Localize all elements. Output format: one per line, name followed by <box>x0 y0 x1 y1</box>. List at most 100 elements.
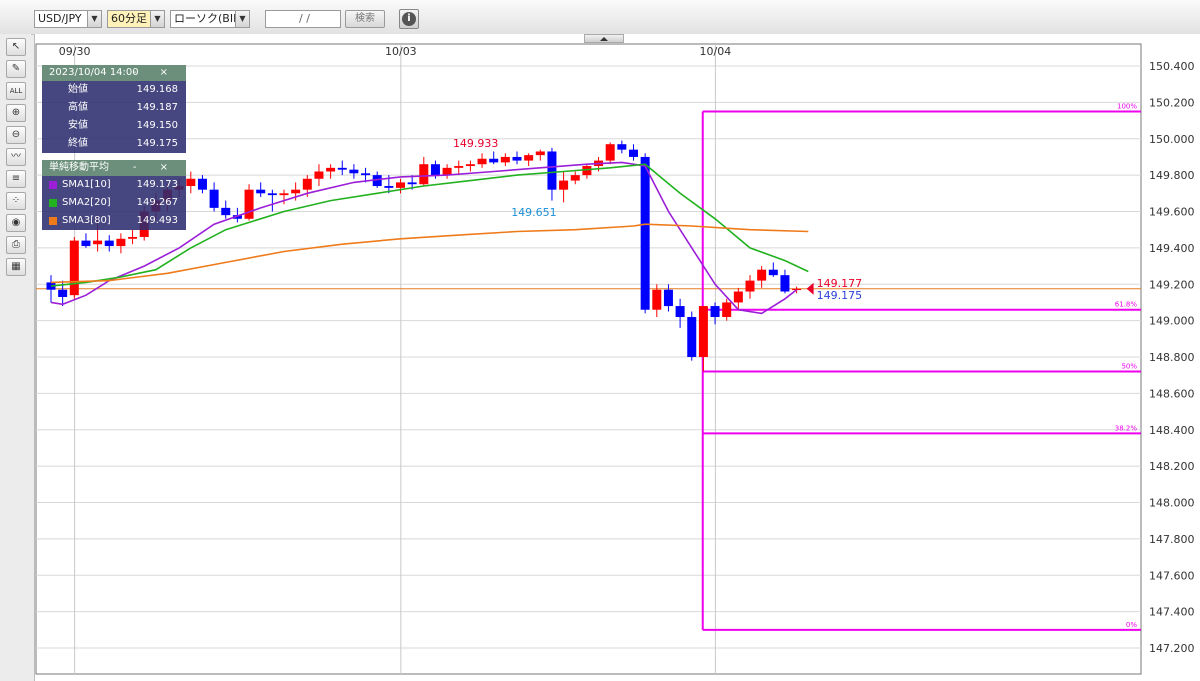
ohlc-value: 149.175 <box>136 138 178 149</box>
y-tick-label: 148.400 <box>1149 424 1195 437</box>
y-tick-label: 149.400 <box>1149 242 1195 255</box>
sma-swatch <box>49 217 57 225</box>
candle-body <box>652 289 662 310</box>
y-tick-label: 147.200 <box>1149 642 1195 655</box>
candle-body <box>419 164 429 185</box>
candle-body <box>710 306 720 317</box>
candle-body <box>337 167 347 170</box>
fib-level-label: 0% <box>1126 621 1137 629</box>
candle-body <box>617 144 627 150</box>
sma-label: SMA3[80] <box>62 215 111 226</box>
candle-body <box>197 178 207 190</box>
y-tick-label: 147.600 <box>1149 569 1195 582</box>
price-annotation: 149.933 <box>453 137 499 150</box>
grid-icon[interactable]: ▦ <box>6 258 26 276</box>
candle-body <box>780 275 790 292</box>
candle-body <box>209 189 219 208</box>
y-tick-label: 150.000 <box>1149 133 1195 146</box>
candle-body <box>675 306 685 317</box>
y-tick-label: 150.400 <box>1149 60 1195 73</box>
y-tick-label: 148.600 <box>1149 387 1195 400</box>
candle <box>244 184 254 221</box>
ohlc-label: 安値 <box>68 120 88 131</box>
zoom-in-icon[interactable]: ⊕ <box>6 104 26 122</box>
ohlc-value: 149.168 <box>136 84 178 95</box>
date-label: 09/30 <box>59 45 91 58</box>
y-tick-label: 148.800 <box>1149 351 1195 364</box>
ohlc-row: 安値 149.150 <box>42 117 186 135</box>
ohlc-label: 始値 <box>68 84 88 95</box>
y-tick-label: 150.200 <box>1149 96 1195 109</box>
chart-kind-select[interactable]: ローソク(BID) ▼ <box>170 10 250 28</box>
candle-body <box>629 149 638 157</box>
candle-body <box>407 182 417 185</box>
candle-body <box>58 289 68 297</box>
candle-body <box>489 158 499 163</box>
sma-row: SMA2[20] 149.267 <box>42 194 186 212</box>
ohlc-label: 高値 <box>68 102 88 113</box>
date-input[interactable]: / / <box>265 10 341 28</box>
panel-toggle-button[interactable] <box>584 34 624 43</box>
sma-label: SMA1[10] <box>62 179 111 190</box>
panel-controls[interactable]: - × <box>133 65 178 81</box>
pen-icon[interactable]: ✎ <box>6 60 26 78</box>
candle-body <box>291 189 301 194</box>
price-chart[interactable]: 150.400 150.200 150.000 149.800 149.600 149.4… <box>35 34 1200 681</box>
ohlc-row: 始値 149.168 <box>42 81 186 99</box>
candle-body <box>512 156 522 161</box>
chevron-down-icon[interactable]: ▼ <box>87 11 101 27</box>
candle-body <box>640 156 650 310</box>
candle-body <box>570 175 580 181</box>
search-button[interactable]: 検索 <box>345 10 385 28</box>
ohlc-value: 149.150 <box>136 120 178 131</box>
candle-body <box>186 178 196 187</box>
candle-body <box>361 173 371 176</box>
candle-body <box>524 155 534 161</box>
cursor-icon[interactable]: ↖ <box>6 38 26 56</box>
date-label: 10/04 <box>700 45 732 58</box>
sma-row: SMA3[80] 149.493 <box>42 212 186 230</box>
eye-icon[interactable]: ◉ <box>6 214 26 232</box>
search-button-label: 検索 <box>355 13 375 24</box>
candle-body <box>477 158 487 165</box>
candle-body <box>535 151 545 156</box>
chart-area[interactable]: 150.400 150.200 150.000 149.800 149.600 149.4… <box>34 34 1200 681</box>
candle-body <box>349 169 359 174</box>
price-list-icon[interactable]: ≡ <box>6 170 26 188</box>
ohlc-panel: 2023/10/04 14:00 - × 始値 149.168 高値 149.187… <box>42 65 186 153</box>
zoom-out-icon[interactable]: ⊖ <box>6 126 26 144</box>
eraser-all-icon[interactable]: ALL <box>6 82 26 100</box>
indicator-icon[interactable]: 〰 <box>6 148 26 166</box>
chevron-down-icon[interactable]: ▼ <box>235 11 249 27</box>
fib-level-label: 50% <box>1121 363 1137 371</box>
y-tick-label: 149.800 <box>1149 169 1195 182</box>
candle <box>687 311 697 361</box>
candle-style-icon[interactable]: ⁘ <box>6 192 26 210</box>
candle-body <box>442 167 452 176</box>
sma-swatch <box>49 181 57 189</box>
candle-body <box>722 302 732 317</box>
timeframe-select[interactable]: 60分足 ▼ <box>107 10 165 28</box>
panel-controls[interactable]: - × <box>133 160 178 176</box>
y-tick-label: 148.200 <box>1149 460 1195 473</box>
candle-body <box>116 238 126 247</box>
sma-swatch <box>49 199 57 207</box>
ohlc-label: 終値 <box>68 138 88 149</box>
price-annotation: 149.651 <box>511 206 557 219</box>
y-tick-label: 149.200 <box>1149 278 1195 291</box>
candle-body <box>221 207 231 216</box>
chevron-down-icon[interactable]: ▼ <box>150 11 164 27</box>
candle-body <box>733 291 743 303</box>
candle-body <box>81 240 91 247</box>
candle-body <box>302 178 312 190</box>
print-icon[interactable]: ⎙ <box>6 236 26 254</box>
candle-body <box>93 240 103 245</box>
info-button[interactable]: i <box>399 9 419 29</box>
candle-body <box>500 156 510 163</box>
sma-value: 149.173 <box>136 179 178 190</box>
y-tick-label: 148.000 <box>1149 497 1195 510</box>
candle-body <box>559 180 569 190</box>
symbol-select[interactable]: USD/JPY ▼ <box>34 10 102 28</box>
candle-body <box>547 151 557 190</box>
ohlc-panel-header: 2023/10/04 14:00 - × <box>42 65 186 81</box>
